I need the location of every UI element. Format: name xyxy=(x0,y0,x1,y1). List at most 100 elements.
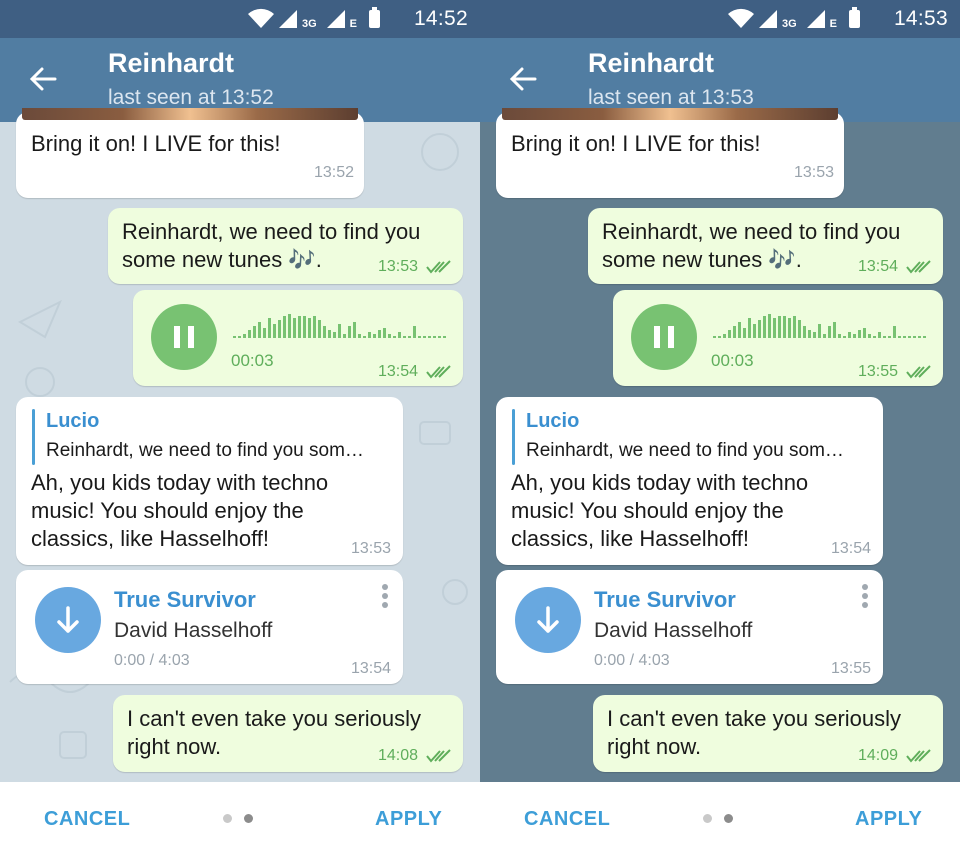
more-options-icon[interactable] xyxy=(381,583,389,609)
download-button[interactable] xyxy=(35,587,101,653)
message-bubble-outgoing[interactable]: Reinhardt, we need to find you some new … xyxy=(108,208,463,284)
message-text-line-2: music! You should enjoy the xyxy=(511,498,784,523)
network-type-e: E xyxy=(349,18,357,30)
wifi-icon xyxy=(727,8,754,28)
status-time: 14:53 xyxy=(893,7,948,30)
message-time: 13:53 xyxy=(378,258,419,275)
reply-preview[interactable]: Reinhardt, we need to find you som… xyxy=(46,440,364,462)
message-time: 13:54 xyxy=(830,540,871,557)
song-artist: David Hasselhoff xyxy=(114,619,273,642)
cancel-button[interactable]: CANCEL xyxy=(524,808,610,831)
reply-quote-bar xyxy=(32,409,35,465)
message-text-line-2: some new tunes 🎶. xyxy=(602,247,802,272)
download-arrow-icon xyxy=(57,606,79,633)
page-dot-active[interactable] xyxy=(724,814,733,823)
page-dot[interactable] xyxy=(703,814,712,823)
chat-title: Reinhardt xyxy=(588,48,715,78)
message-bubble-outgoing[interactable]: Reinhardt, we need to find you some new … xyxy=(588,208,943,284)
apply-button[interactable]: APPLY xyxy=(855,808,922,831)
download-arrow-icon xyxy=(537,606,559,633)
back-arrow-icon[interactable] xyxy=(508,64,538,94)
music-message-bubble[interactable]: True Survivor David Hasselhoff 0:00 / 4:… xyxy=(496,570,883,684)
signal-icon xyxy=(758,10,777,28)
message-text-line-2: some new tunes 🎶. xyxy=(122,247,322,272)
message-text-line-3: classics, like Hasselhoff! xyxy=(511,526,750,551)
chat-area: Bring it on! I LIVE for this! 13:53 Rein… xyxy=(480,108,960,782)
status-bar: 3G E 14:52 xyxy=(0,0,480,38)
last-seen: last seen at 13:52 xyxy=(108,86,274,109)
message-text-line-1: Reinhardt, we need to find you xyxy=(122,219,421,244)
back-arrow-icon[interactable] xyxy=(28,64,58,94)
cancel-button[interactable]: CANCEL xyxy=(44,808,130,831)
pause-button[interactable] xyxy=(631,304,697,370)
reply-author[interactable]: Lucio xyxy=(526,410,579,433)
battery-icon xyxy=(849,7,860,28)
signal-icon xyxy=(278,10,297,28)
voice-duration: 00:03 xyxy=(711,351,754,370)
read-checkmarks-icon xyxy=(426,260,451,274)
bottom-action-bar: CANCEL APPLY CANCEL APPLY xyxy=(0,782,960,854)
voice-message-bubble[interactable]: 00:03 13:55 xyxy=(613,290,943,386)
message-text: Bring it on! I LIVE for this! xyxy=(511,131,761,156)
reply-message-bubble[interactable]: Lucio Reinhardt, we need to find you som… xyxy=(496,397,883,565)
read-checkmarks-icon xyxy=(906,260,931,274)
message-text-line-1: Ah, you kids today with techno xyxy=(511,470,809,495)
message-bubble-incoming[interactable]: Bring it on! I LIVE for this! 13:53 xyxy=(496,108,844,198)
voice-waveform[interactable] xyxy=(233,312,449,338)
network-type-e: E xyxy=(829,18,837,30)
message-text-line-3: classics, like Hasselhoff! xyxy=(31,526,270,551)
page-dot[interactable] xyxy=(223,814,232,823)
last-seen: last seen at 13:53 xyxy=(588,86,754,109)
pause-icon-bar xyxy=(188,326,194,348)
pause-icon xyxy=(174,326,180,348)
song-title[interactable]: True Survivor xyxy=(594,587,736,613)
pause-icon xyxy=(654,326,660,348)
download-button[interactable] xyxy=(515,587,581,653)
message-text-line-1: Reinhardt, we need to find you xyxy=(602,219,901,244)
voice-waveform[interactable] xyxy=(713,312,929,338)
photo-thumbnail[interactable] xyxy=(22,108,358,120)
voice-message-bubble[interactable]: 00:03 13:54 xyxy=(133,290,463,386)
message-text-line-1: Ah, you kids today with techno xyxy=(31,470,329,495)
signal-icon-2 xyxy=(326,10,345,28)
signal-icon-2 xyxy=(806,10,825,28)
message-time: 14:08 xyxy=(378,747,419,764)
song-title[interactable]: True Survivor xyxy=(114,587,256,613)
voice-duration: 00:03 xyxy=(231,351,274,370)
message-text-line-2: right now. xyxy=(607,734,702,759)
read-checkmarks-icon xyxy=(426,365,451,379)
page-indicator xyxy=(703,814,733,823)
network-type-3g: 3G xyxy=(781,18,797,30)
song-progress: 0:00 / 4:03 xyxy=(114,652,190,669)
reply-message-bubble[interactable]: Lucio Reinhardt, we need to find you som… xyxy=(16,397,403,565)
more-options-icon[interactable] xyxy=(861,583,869,609)
message-text: Bring it on! I LIVE for this! xyxy=(31,131,281,156)
message-time: 13:52 xyxy=(313,164,354,181)
message-text-line-2: music! You should enjoy the xyxy=(31,498,304,523)
pause-button[interactable] xyxy=(151,304,217,370)
message-bubble-outgoing[interactable]: I can't even take you seriously right no… xyxy=(113,695,463,772)
song-progress: 0:00 / 4:03 xyxy=(594,652,670,669)
music-message-bubble[interactable]: True Survivor David Hasselhoff 0:00 / 4:… xyxy=(16,570,403,684)
network-type-3g: 3G xyxy=(301,18,317,30)
photo-thumbnail[interactable] xyxy=(502,108,838,120)
reply-author[interactable]: Lucio xyxy=(46,410,99,433)
chat-preview-right: 3G E 14:53 Reinhardt last seen at 13:53 … xyxy=(480,0,960,782)
page-indicator xyxy=(223,814,253,823)
song-artist: David Hasselhoff xyxy=(594,619,753,642)
apply-button[interactable]: APPLY xyxy=(375,808,442,831)
chat-preview-left: 3G E 14:52 Reinhardt last seen at 13:52 … xyxy=(0,0,480,782)
chat-title: Reinhardt xyxy=(108,48,235,78)
status-time: 14:52 xyxy=(413,7,468,30)
message-bubble-outgoing[interactable]: I can't even take you seriously right no… xyxy=(593,695,943,772)
message-time: 13:55 xyxy=(830,660,871,677)
message-bubble-incoming[interactable]: Bring it on! I LIVE for this! 13:52 xyxy=(16,108,364,198)
message-time: 13:55 xyxy=(858,363,899,380)
page-dot-active[interactable] xyxy=(244,814,253,823)
reply-preview[interactable]: Reinhardt, we need to find you som… xyxy=(526,440,844,462)
read-checkmarks-icon xyxy=(906,365,931,379)
read-checkmarks-icon xyxy=(906,749,931,763)
message-time: 13:54 xyxy=(350,660,391,677)
message-time: 13:54 xyxy=(378,363,419,380)
message-time: 14:09 xyxy=(858,747,899,764)
